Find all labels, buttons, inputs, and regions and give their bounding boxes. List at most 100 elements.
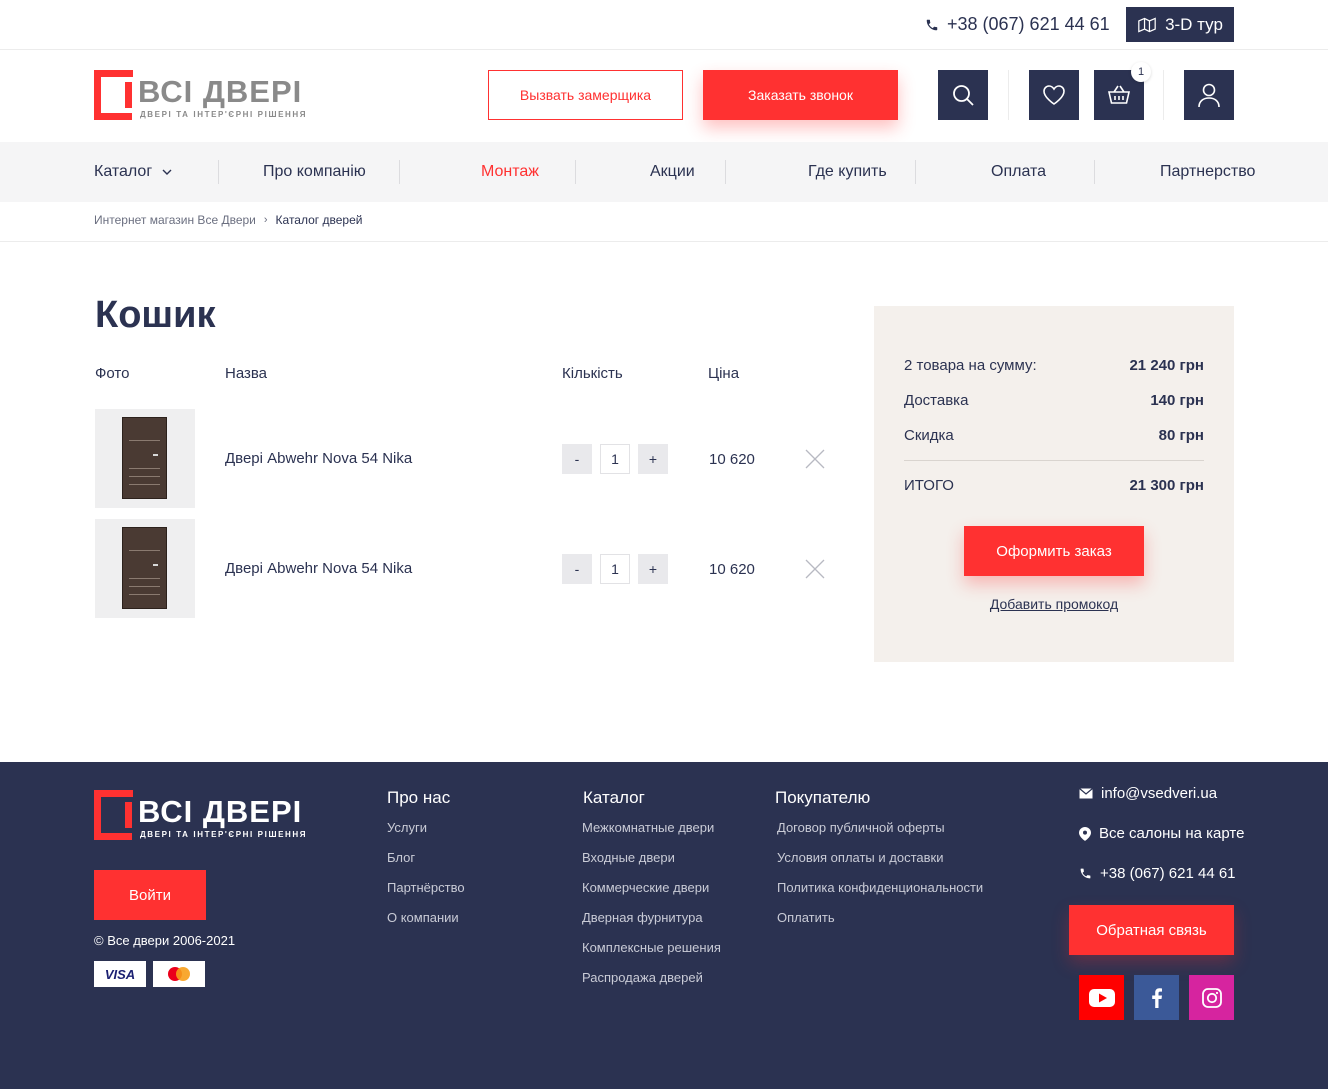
- logo-text: ВСІ ДВЕРІ: [138, 74, 303, 109]
- nav-divider: [399, 160, 400, 184]
- summary-value: 21 240 грн: [1129, 357, 1204, 374]
- order-summary: 2 товара на сумму: 21 240 грн Доставка 1…: [874, 306, 1234, 662]
- footer-link[interactable]: Распродажа дверей: [582, 970, 703, 985]
- quantity-input[interactable]: 1: [600, 554, 630, 584]
- summary-subtotal-row: 2 товара на сумму: 21 240 грн: [904, 357, 1204, 374]
- footer-link[interactable]: Входные двери: [582, 850, 675, 865]
- top-phone-link[interactable]: +38 (067) 621 44 61: [925, 14, 1110, 35]
- map-icon: [1138, 17, 1156, 32]
- site-logo[interactable]: ВСІ ДВЕРІ ДВЕРІ ТА ІНТЕР'ЄРНІ РІШЕННЯ: [94, 70, 324, 122]
- page-title: Кошик: [95, 294, 216, 336]
- breadcrumb-divider: [0, 241, 1328, 242]
- close-icon: [805, 559, 825, 579]
- basket-icon: [1107, 85, 1131, 104]
- heart-icon: [1043, 85, 1065, 105]
- footer-about-title: Про нас: [387, 788, 451, 807]
- column-header-name: Назва: [225, 365, 268, 382]
- footer-salons: Все салоны на карте: [1099, 825, 1245, 842]
- 3d-tour-button[interactable]: 3-D тур: [1126, 7, 1234, 42]
- chevron-down-icon: [162, 169, 172, 175]
- summary-value: 80 грн: [1158, 427, 1204, 444]
- logo-bar: [125, 82, 132, 108]
- footer-email: info@vsedveri.ua: [1101, 785, 1218, 802]
- login-button[interactable]: Войти: [94, 870, 206, 920]
- logo-subtitle: ДВЕРІ ТА ІНТЕР'ЄРНІ РІШЕННЯ: [140, 110, 308, 119]
- order-call-button[interactable]: Заказать звонок: [703, 70, 898, 120]
- column-header-quantity: Кількість: [562, 365, 623, 382]
- logo-text: ВСІ ДВЕРІ: [138, 794, 303, 829]
- footer-email-link[interactable]: info@vsedveri.ua: [1079, 785, 1217, 802]
- wishlist-button[interactable]: [1029, 70, 1079, 120]
- remove-item-button[interactable]: [805, 449, 825, 469]
- footer-logo[interactable]: ВСІ ДВЕРІ ДВЕРІ ТА ІНТЕР'ЄРНІ РІШЕННЯ: [94, 790, 324, 842]
- youtube-icon: [1088, 988, 1115, 1007]
- footer-link[interactable]: Межкомнатные двери: [582, 820, 714, 835]
- quantity-input[interactable]: 1: [600, 444, 630, 474]
- nav-installation[interactable]: Монтаж: [481, 142, 539, 202]
- footer-link[interactable]: Блог: [387, 850, 415, 865]
- mail-icon: [1079, 788, 1093, 799]
- main-nav: Каталог Про компанію Монтаж Акции Где ку…: [0, 142, 1328, 202]
- summary-label: Доставка: [904, 392, 969, 409]
- decrease-quantity-button[interactable]: -: [562, 554, 592, 584]
- feedback-button[interactable]: Обратная связь: [1069, 905, 1234, 955]
- footer-link[interactable]: Коммерческие двери: [582, 880, 709, 895]
- item-price: 10 620: [709, 561, 755, 578]
- nav-about[interactable]: Про компанію: [263, 142, 366, 202]
- header-divider: [1163, 70, 1164, 120]
- footer-link[interactable]: Услуги: [387, 820, 427, 835]
- logo-bar: [125, 802, 132, 828]
- footer-phone-link[interactable]: +38 (067) 621 44 61: [1079, 865, 1236, 882]
- account-button[interactable]: [1184, 70, 1234, 120]
- product-name-link[interactable]: Двері Abwehr Nova 54 Nika: [225, 450, 412, 467]
- 3d-tour-label: 3-D тур: [1165, 14, 1223, 34]
- nav-partnership[interactable]: Партнерство: [1160, 142, 1255, 202]
- footer-buyer-title: Покупателю: [775, 788, 871, 807]
- youtube-link[interactable]: [1079, 975, 1124, 1020]
- nav-divider: [725, 160, 726, 184]
- summary-label: 2 товара на сумму:: [904, 357, 1037, 374]
- summary-total-value: 21 300 грн: [1129, 477, 1204, 494]
- nav-where-to-buy[interactable]: Где купить: [808, 142, 887, 202]
- nav-divider: [915, 160, 916, 184]
- search-icon: [953, 85, 974, 106]
- footer-link[interactable]: Условия оплаты и доставки: [777, 850, 943, 865]
- footer-link[interactable]: Партнёрство: [387, 880, 465, 895]
- footer-link[interactable]: Оплатить: [777, 910, 835, 925]
- footer-link[interactable]: О компании: [387, 910, 459, 925]
- location-pin-icon: [1079, 826, 1091, 841]
- checkout-button[interactable]: Оформить заказ: [964, 526, 1144, 576]
- nav-payment[interactable]: Оплата: [991, 142, 1046, 202]
- product-name-link[interactable]: Двері Abwehr Nova 54 Nika: [225, 560, 412, 577]
- summary-label: Скидка: [904, 427, 954, 444]
- increase-quantity-button[interactable]: +: [638, 444, 668, 474]
- footer: ВСІ ДВЕРІ ДВЕРІ ТА ІНТЕР'ЄРНІ РІШЕННЯ Во…: [0, 762, 1328, 1089]
- top-phone-text: +38 (067) 621 44 61: [947, 14, 1110, 34]
- copyright: © Все двери 2006-2021: [94, 933, 236, 948]
- breadcrumb-current: Каталог дверей: [275, 213, 363, 227]
- facebook-link[interactable]: [1134, 975, 1179, 1020]
- facebook-icon: [1151, 987, 1162, 1008]
- search-button[interactable]: [938, 70, 988, 120]
- user-icon: [1198, 83, 1220, 108]
- product-photo[interactable]: [95, 409, 195, 508]
- item-price: 10 620: [709, 451, 755, 468]
- footer-link[interactable]: Политика конфиденциональности: [777, 880, 983, 895]
- decrease-quantity-button[interactable]: -: [562, 444, 592, 474]
- add-promo-code-link[interactable]: Добавить промокод: [874, 596, 1234, 612]
- remove-item-button[interactable]: [805, 559, 825, 579]
- breadcrumb-home[interactable]: Интернет магазин Все Двери: [94, 213, 256, 227]
- product-photo[interactable]: [95, 519, 195, 618]
- footer-link[interactable]: Дверная фурнитура: [582, 910, 703, 925]
- footer-salons-link[interactable]: Все салоны на карте: [1079, 825, 1244, 842]
- footer-link[interactable]: Договор публичной оферты: [777, 820, 945, 835]
- increase-quantity-button[interactable]: +: [638, 554, 668, 584]
- nav-promotions[interactable]: Акции: [650, 142, 695, 202]
- nav-catalog[interactable]: Каталог: [94, 142, 172, 202]
- instagram-link[interactable]: [1189, 975, 1234, 1020]
- door-image: [122, 417, 167, 499]
- footer-catalog-title: Каталог: [583, 788, 645, 807]
- call-measurer-button[interactable]: Вызвать замерщика: [488, 70, 683, 120]
- summary-total-label: ИТОГО: [904, 477, 954, 494]
- footer-link[interactable]: Комплексные решения: [582, 940, 721, 955]
